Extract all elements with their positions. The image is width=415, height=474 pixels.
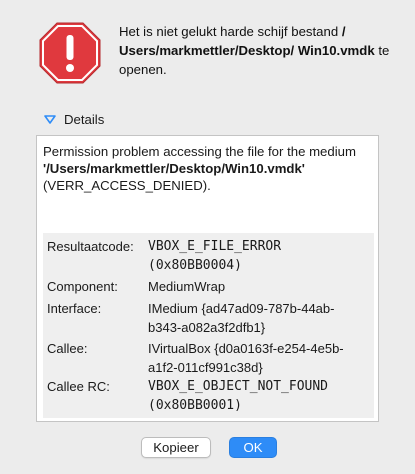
details-message: Permission problem accessing the file fo… [43, 143, 373, 194]
stop-sign-icon [39, 22, 101, 84]
info-value-line: MediumWrap [148, 279, 226, 294]
info-value-line: VBOX_E_FILE_ERROR [148, 239, 282, 254]
details-toggle-label: Details [64, 111, 105, 127]
error-info-table: Resultaatcode: VBOX_E_FILE_ERROR (0x80BB… [43, 233, 374, 418]
details-text-path: '/Users/markmettler/Desktop/Win10.vmdk' [43, 161, 305, 176]
details-panel: Permission problem accessing the file fo… [36, 135, 379, 422]
info-value: VBOX_E_OBJECT_NOT_FOUND (0x80BB0001) [148, 377, 373, 415]
copy-button[interactable]: Kopieer [141, 437, 211, 458]
info-value: MediumWrap [148, 277, 373, 296]
info-value: IMedium {ad47ad09-787b-44ab- b343-a082a3… [148, 299, 373, 337]
info-label: Resultaatcode: [47, 239, 134, 254]
info-value-line: a1f2-011cf991c38d} [148, 360, 263, 375]
info-value-line: IMedium {ad47ad09-787b-44ab- [148, 301, 335, 316]
disclosure-triangle-down-icon[interactable] [44, 113, 56, 125]
info-value: VBOX_E_FILE_ERROR (0x80BB0004) [148, 237, 373, 275]
details-toggle[interactable]: Details [44, 110, 104, 128]
dialog-message: Het is niet gelukt harde schijf bestand … [119, 22, 404, 79]
ok-button[interactable]: OK [229, 437, 277, 458]
info-value-line: IVirtualBox {d0a0163f-e254-4e5b- [148, 341, 344, 356]
info-label: Interface: [47, 301, 102, 316]
dialog-message-text: Het is niet gelukt harde schijf bestand [119, 24, 342, 39]
info-value: IVirtualBox {d0a0163f-e254-4e5b- a1f2-01… [148, 339, 373, 377]
details-text-before: Permission problem accessing the file fo… [43, 144, 356, 159]
info-value-line: b343-a082a3f2dfb1} [148, 320, 266, 335]
info-label: Component: [47, 279, 118, 294]
info-label: Callee RC: [47, 379, 110, 394]
details-text-after: (VERR_ACCESS_DENIED). [43, 178, 211, 193]
info-value-line: VBOX_E_OBJECT_NOT_FOUND [148, 379, 329, 394]
info-value-line: (0x80BB0001) [148, 398, 242, 413]
info-label: Callee: [47, 341, 88, 356]
info-value-line: (0x80BB0004) [148, 258, 242, 273]
